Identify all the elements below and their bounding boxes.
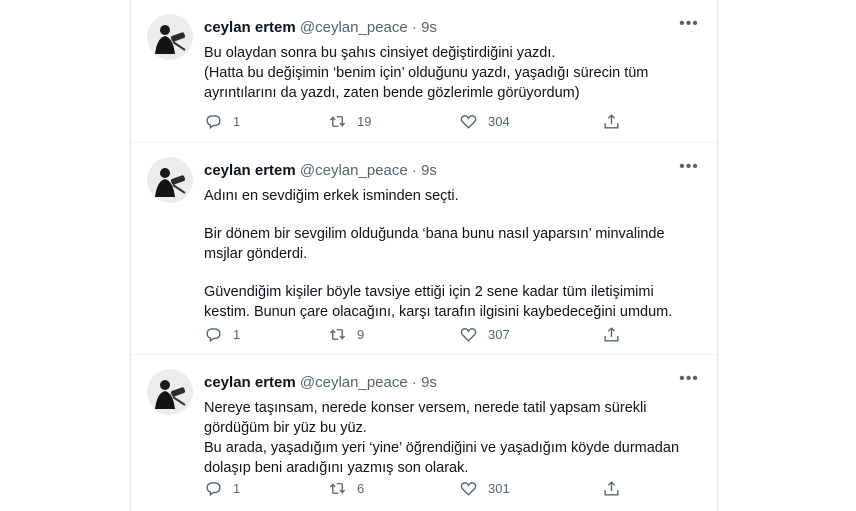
separator-dot: · bbox=[411, 19, 417, 36]
like-button[interactable]: 307 bbox=[459, 324, 510, 344]
share-button[interactable] bbox=[602, 478, 621, 498]
reply-icon bbox=[206, 114, 221, 129]
tweet[interactable]: ceylan ertem @ceylan_peace · 9s ••• Bu o… bbox=[131, 0, 717, 143]
share-button[interactable] bbox=[602, 324, 621, 344]
heart-icon bbox=[460, 114, 477, 129]
like-count: 304 bbox=[488, 113, 510, 129]
author-name[interactable]: ceylan ertem bbox=[204, 162, 296, 179]
retweet-count: 9 bbox=[357, 326, 365, 342]
tweet-thread: ceylan ertem @ceylan_peace · 9s ••• Bu o… bbox=[130, 0, 718, 511]
action-bar: 1 19 304 bbox=[204, 111, 697, 131]
more-icon[interactable]: ••• bbox=[679, 159, 699, 180]
reply-button[interactable]: 1 bbox=[204, 111, 240, 131]
timestamp[interactable]: 9s bbox=[421, 162, 437, 179]
author-handle[interactable]: @ceylan_peace bbox=[300, 19, 408, 36]
reply-count: 1 bbox=[233, 480, 241, 496]
retweet-icon bbox=[329, 328, 346, 340]
share-icon bbox=[604, 326, 619, 342]
tweet-header: ceylan ertem @ceylan_peace · 9s bbox=[204, 162, 677, 180]
tweet-paragraph: Bu olaydan sonra bu şahıs cinsiyet değiş… bbox=[204, 45, 556, 61]
action-bar: 1 6 301 bbox=[204, 478, 697, 498]
share-icon bbox=[604, 480, 619, 496]
like-count: 307 bbox=[488, 326, 510, 342]
author-handle[interactable]: @ceylan_peace bbox=[300, 374, 408, 391]
retweet-icon bbox=[329, 115, 346, 127]
avatar[interactable] bbox=[147, 14, 193, 60]
tweet-paragraph: Nereye taşınsam, nerede konser versem, n… bbox=[204, 400, 647, 436]
tweet-header: ceylan ertem @ceylan_peace · 9s bbox=[204, 19, 677, 37]
tweet-paragraph: Adını en sevdiğim erkek isminden seçti. bbox=[204, 188, 459, 204]
reply-icon bbox=[206, 481, 221, 496]
tweet[interactable]: ceylan ertem @ceylan_peace · 9s ••• Adın… bbox=[131, 143, 717, 355]
avatar[interactable] bbox=[147, 369, 193, 415]
heart-icon bbox=[460, 327, 477, 342]
reply-icon bbox=[206, 327, 221, 342]
more-icon[interactable]: ••• bbox=[679, 16, 699, 37]
share-icon bbox=[604, 113, 619, 129]
retweet-button[interactable]: 9 bbox=[328, 324, 364, 344]
tweet-header: ceylan ertem @ceylan_peace · 9s bbox=[204, 374, 677, 392]
tweet[interactable]: ceylan ertem @ceylan_peace · 9s ••• Nere… bbox=[131, 355, 717, 511]
retweet-button[interactable]: 6 bbox=[328, 478, 364, 498]
retweet-count: 19 bbox=[357, 113, 372, 129]
author-handle[interactable]: @ceylan_peace bbox=[300, 162, 408, 179]
tweet-paragraph: Bir dönem bir sevgilim olduğunda ‘bana b… bbox=[204, 226, 665, 262]
share-button[interactable] bbox=[602, 111, 621, 131]
reply-button[interactable]: 1 bbox=[204, 478, 240, 498]
tweet-text: Nereye taşınsam, nerede konser versem, n… bbox=[204, 398, 697, 478]
like-button[interactable]: 301 bbox=[459, 478, 510, 498]
like-button[interactable]: 304 bbox=[459, 111, 510, 131]
tweet-text: Adını en sevdiğim erkek isminden seçti. … bbox=[204, 186, 697, 322]
reply-count: 1 bbox=[233, 113, 241, 129]
more-icon[interactable]: ••• bbox=[679, 371, 699, 392]
retweet-icon bbox=[329, 482, 346, 494]
separator-dot: · bbox=[411, 374, 417, 391]
action-bar: 1 9 307 bbox=[204, 324, 697, 344]
heart-icon bbox=[460, 481, 477, 496]
retweet-button[interactable]: 19 bbox=[328, 111, 371, 131]
tweet-paragraph: Güvendiğim kişiler böyle tavsiye ettiği … bbox=[204, 284, 673, 320]
tweet-paragraph: Bu arada, yaşadığım yeri ‘yine’ öğrendiğ… bbox=[204, 440, 680, 476]
timestamp[interactable]: 9s bbox=[421, 19, 437, 36]
tweet-text: Bu olaydan sonra bu şahıs cinsiyet değiş… bbox=[204, 43, 697, 103]
author-name[interactable]: ceylan ertem bbox=[204, 19, 296, 36]
retweet-count: 6 bbox=[357, 480, 365, 496]
timestamp[interactable]: 9s bbox=[421, 374, 437, 391]
reply-button[interactable]: 1 bbox=[204, 324, 240, 344]
author-name[interactable]: ceylan ertem bbox=[204, 374, 296, 391]
avatar[interactable] bbox=[147, 157, 193, 203]
separator-dot: · bbox=[411, 162, 417, 179]
like-count: 301 bbox=[488, 480, 510, 496]
tweet-paragraph: (Hatta bu değişimin ‘benim için’ olduğun… bbox=[204, 65, 649, 101]
reply-count: 1 bbox=[233, 326, 241, 342]
